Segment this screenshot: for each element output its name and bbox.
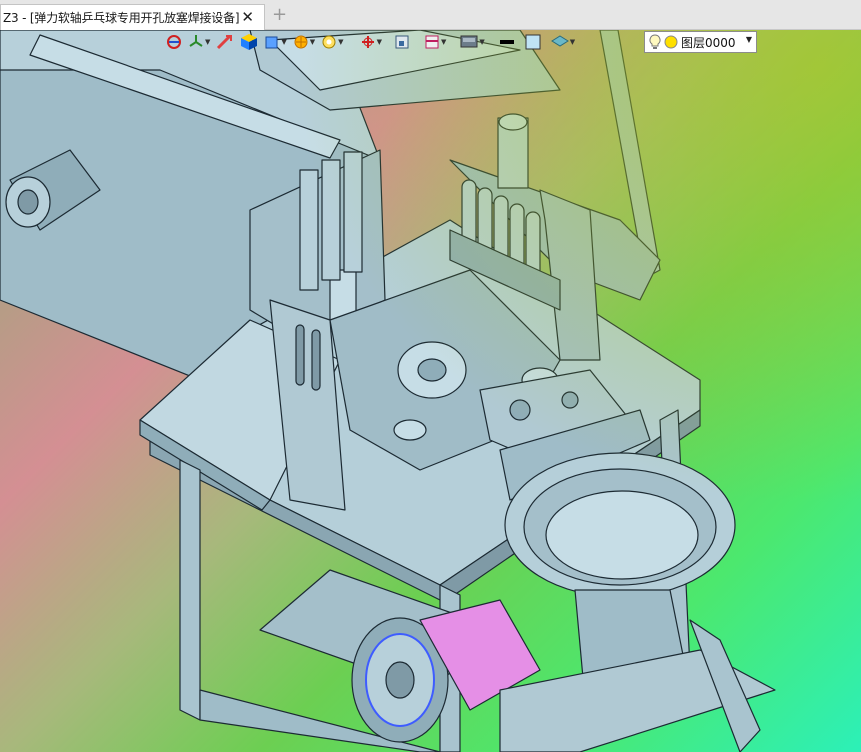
fill-color-button[interactable] — [523, 31, 543, 53]
fill-color-swatch — [525, 34, 541, 50]
display-mode-button[interactable]: ▼ — [458, 31, 486, 53]
spin-button[interactable]: ▼ — [358, 31, 384, 53]
view-orient-icon — [167, 35, 181, 49]
document-tab[interactable]: Z3 - [弹力软轴乒乓球专用开孔放塞焊接设备] ✕ — [0, 4, 265, 30]
layer-dropdown[interactable]: 图层0000 ▼ — [644, 31, 757, 53]
chevron-down-icon: ▼ — [440, 38, 447, 46]
layer-visibility-button[interactable]: ▼ — [549, 31, 577, 53]
display-mode-icon — [460, 35, 478, 48]
sun-button[interactable]: ▼ — [291, 31, 317, 53]
view-orient-button[interactable] — [164, 31, 184, 53]
line-color-swatch — [499, 40, 514, 44]
shaded-cube-icon — [241, 34, 258, 50]
move-arrow-button[interactable] — [214, 31, 236, 53]
tab-bar: Z3 - [弹力软轴乒乓球专用开孔放塞焊接设备] ✕ + — [0, 0, 861, 30]
section-plane-icon — [425, 35, 439, 49]
render-style-button[interactable]: ▼ — [262, 31, 288, 53]
layer-color-dot — [664, 35, 678, 49]
section-plane-button[interactable]: ▼ — [422, 31, 448, 53]
sun-icon — [294, 35, 308, 49]
frame-leg-front-left — [179, 459, 201, 721]
close-tab-icon[interactable]: ✕ — [241, 8, 254, 26]
chevron-down-icon: ▼ — [338, 38, 344, 46]
chevron-down-icon: ▼ — [281, 38, 287, 46]
layer-visibility-icon — [550, 35, 569, 47]
document-tab-title: Z3 - [弹力软轴乒乓球专用开孔放塞焊接设备] — [3, 11, 240, 25]
chevron-down-icon: ▼ — [479, 38, 485, 46]
layer-name: 图层0000 — [681, 35, 736, 50]
view-toolbar: ▼ ▼ ▼ ▼ ▼ ▼ ▼ ▼ — [164, 30, 577, 54]
lightbulb-icon — [649, 34, 661, 49]
zoom-icon — [322, 35, 336, 49]
chevron-down-icon: ▼ — [376, 38, 382, 46]
axis-triad-button[interactable]: ▼ — [186, 31, 212, 53]
bowl-inner — [545, 490, 699, 580]
chevron-down-icon: ▼ — [205, 38, 211, 46]
render-style-icon — [265, 36, 278, 49]
chevron-down-icon: ▼ — [309, 38, 316, 46]
zoom-button[interactable]: ▼ — [319, 31, 345, 53]
shaded-cube-button[interactable] — [238, 31, 260, 53]
window-fit-button[interactable] — [392, 31, 412, 53]
line-color-button[interactable] — [497, 31, 517, 53]
new-tab-icon[interactable]: + — [272, 6, 287, 24]
move-arrow-icon — [217, 34, 233, 50]
cad-model — [0, 30, 776, 752]
axis-triad-icon — [189, 35, 203, 47]
spin-icon — [361, 36, 374, 48]
3d-viewport[interactable] — [0, 30, 861, 752]
chevron-down-icon: ▼ — [569, 38, 576, 46]
window-fit-icon — [395, 35, 409, 49]
chevron-down-icon: ▼ — [745, 35, 752, 44]
